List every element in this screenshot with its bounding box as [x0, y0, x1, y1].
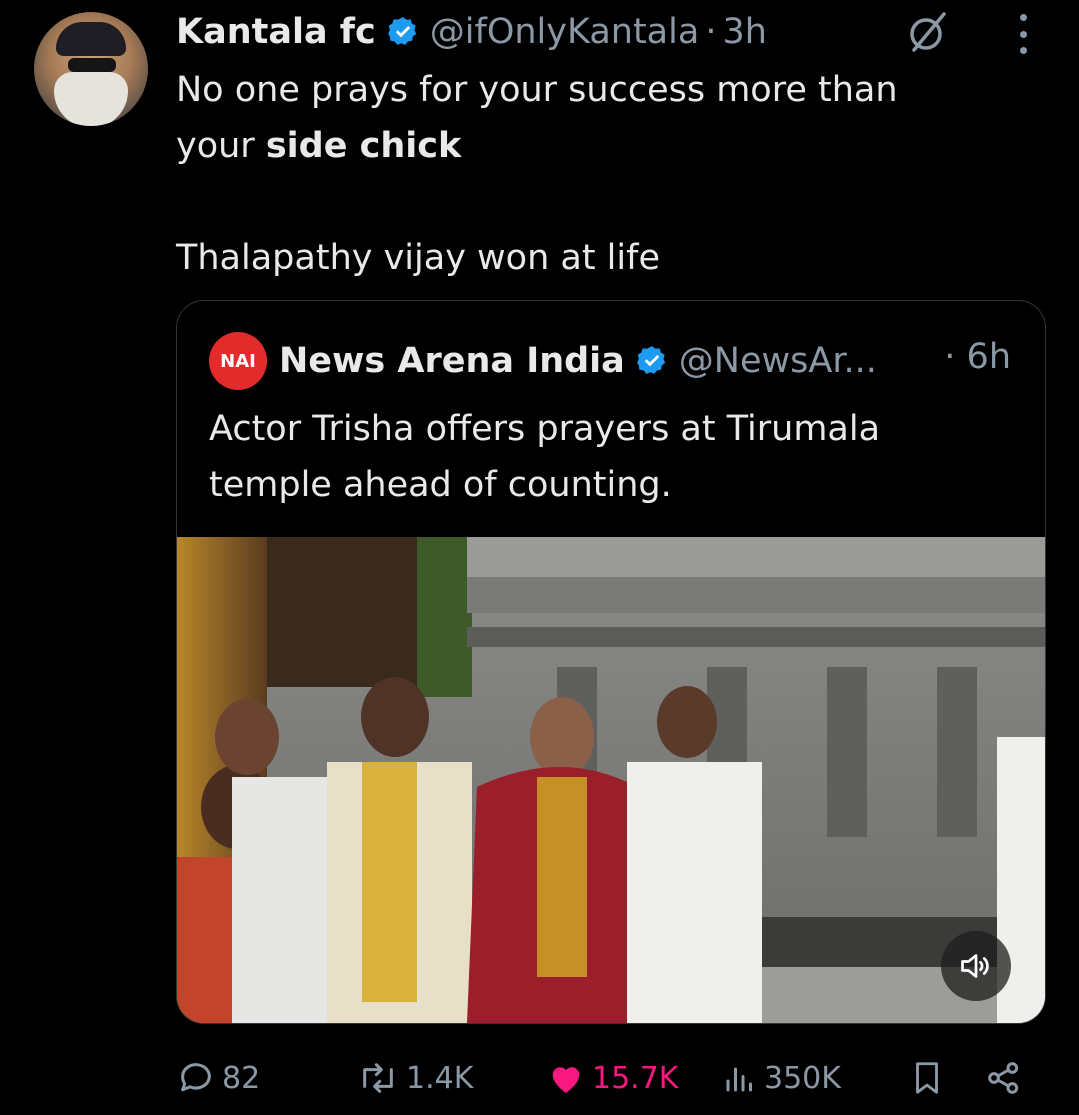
quote-time[interactable]: · 6h: [944, 337, 1011, 377]
repost-count: 1.4K: [406, 1060, 474, 1096]
bookmark-button[interactable]: [908, 1050, 952, 1106]
reply-count: 82: [222, 1060, 261, 1096]
views-count: 350K: [764, 1060, 841, 1096]
tweet-text-bold: side chick: [265, 126, 462, 166]
like-count: 15.7K: [592, 1060, 679, 1096]
author-avatar[interactable]: [34, 12, 148, 126]
views-button[interactable]: 350K: [722, 1050, 841, 1106]
bookmark-icon: [916, 1062, 938, 1094]
repost-icon: [363, 1063, 393, 1093]
speaker-icon: [961, 954, 989, 978]
tweet-text-line3: Thalapathy vijay won at life: [176, 238, 660, 278]
grok-icon[interactable]: [904, 8, 952, 56]
quoted-tweet[interactable]: NAI News Arena India @NewsAr... · 6h Act…: [176, 300, 1046, 1024]
views-icon: [726, 1067, 752, 1092]
tweet-header: Kantala fc @ifOnlyKantala · 3h: [176, 8, 767, 56]
quote-avatar[interactable]: NAI: [209, 332, 267, 390]
share-button[interactable]: [984, 1050, 1030, 1106]
verified-badge-icon: [636, 346, 665, 374]
tweet-text: No one prays for your success more than …: [176, 62, 1056, 286]
author-handle[interactable]: @ifOnlyKantala: [430, 12, 700, 52]
separator-dot: ·: [705, 12, 717, 52]
tweet-text-line1: No one prays for your success more than: [176, 70, 898, 110]
author-name[interactable]: Kantala fc: [176, 12, 376, 52]
repost-button[interactable]: 1.4K: [356, 1050, 473, 1106]
quote-author-name[interactable]: News Arena India: [279, 341, 625, 381]
video-player[interactable]: [177, 537, 1045, 1023]
share-icon: [988, 1062, 1019, 1094]
quote-text: Actor Trisha offers prayers at Tirumala …: [209, 409, 881, 505]
quote-header: NAI News Arena India @NewsAr...: [209, 332, 877, 390]
reply-button[interactable]: 82: [176, 1050, 260, 1106]
video-frame: [177, 537, 1045, 1023]
heart-icon: [552, 1067, 580, 1093]
tweet-time[interactable]: 3h: [722, 12, 766, 52]
tweet-text-line2: your side chick: [176, 118, 1056, 174]
mute-button[interactable]: [941, 931, 1011, 1001]
tweet-text-line2-prefix: your: [176, 126, 266, 166]
more-icon[interactable]: [1006, 14, 1040, 54]
quote-logo-text: NAI: [220, 350, 256, 372]
like-button[interactable]: 15.7K: [546, 1050, 678, 1106]
action-bar: 82 1.4K 15.7K 350K: [176, 1050, 1046, 1106]
reply-icon: [181, 1063, 211, 1092]
quote-author-handle[interactable]: @NewsAr...: [679, 341, 877, 381]
verified-badge-icon: [387, 17, 416, 45]
